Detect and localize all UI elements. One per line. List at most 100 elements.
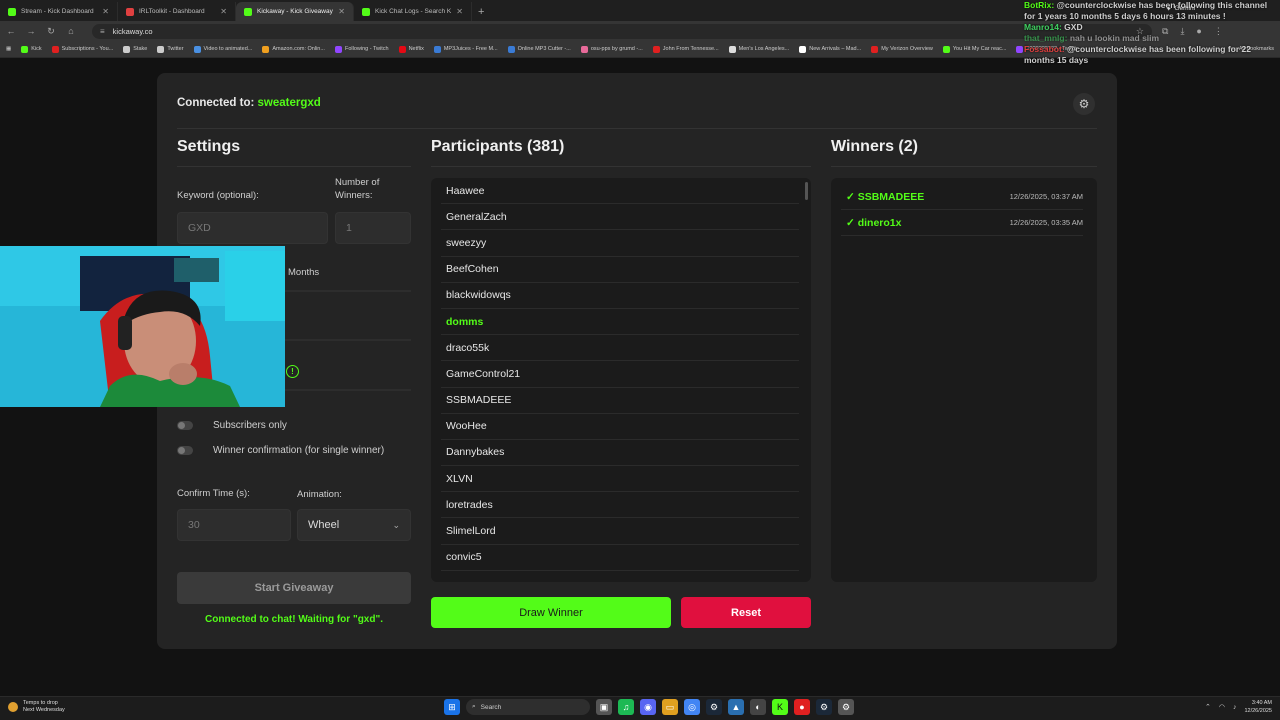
irltoolkit-favicon-icon — [126, 7, 134, 16]
settings-input[interactable] — [285, 339, 411, 341]
confirm-time-input[interactable]: 30 — [177, 509, 291, 541]
bookmark-item[interactable]: Twitter — [157, 45, 184, 53]
animation-select[interactable]: Wheel ⌄ — [297, 509, 411, 541]
site-info-icon[interactable]: ≡ — [100, 27, 105, 36]
participant-row: loretrades — [441, 492, 799, 519]
close-icon[interactable]: ✕ — [220, 7, 227, 16]
reset-button[interactable]: Reset — [681, 597, 811, 628]
file-explorer-icon[interactable]: ▭ — [662, 699, 678, 715]
settings-input[interactable] — [285, 389, 411, 391]
bookmark-item[interactable]: osu-pps by grumd -... — [580, 45, 643, 53]
bookmark-item[interactable]: Online MP3 Cutter -... — [507, 45, 571, 53]
tab-title: IRLToolkit - Dashboard — [139, 8, 205, 15]
new-tab-icon[interactable]: + — [472, 2, 490, 21]
app-icon[interactable]: ● — [794, 699, 810, 715]
winner-confirmation-toggle[interactable] — [177, 446, 193, 455]
channel-name: sweatergxd — [257, 97, 321, 109]
bookmark-item[interactable]: Kick — [21, 45, 42, 53]
kick-favicon-icon — [362, 7, 370, 16]
bookmark-item[interactable]: You Hit My Car reac... — [942, 45, 1006, 53]
bookmark-item[interactable]: New Arrivals – Mad... — [799, 45, 861, 53]
wifi-icon[interactable]: ◠ — [1219, 703, 1225, 711]
task-view-icon[interactable]: ▣ — [596, 699, 612, 715]
bookmark-label: Video to animated... — [203, 46, 253, 52]
chat-status: Connected to chat! Waiting for "gxd". — [205, 614, 383, 625]
bookmark-favicon-icon — [652, 45, 660, 53]
steam-icon[interactable]: ⚙ — [816, 699, 832, 715]
sparkle-icon: ✦ — [1166, 6, 1172, 13]
windows-start-icon[interactable]: ⊞ — [444, 699, 460, 715]
info-icon[interactable]: ! — [286, 365, 299, 378]
bookmark-label: MP3Juices - Free M... — [443, 46, 498, 52]
bookmark-label: Kick — [31, 46, 42, 52]
apps-grid-icon[interactable]: ▦ — [6, 46, 11, 52]
bookmark-item[interactable]: Men's Los Angeles... — [728, 45, 789, 53]
bookmark-item[interactable]: Video to animated... — [193, 45, 253, 53]
winners-list: ✓ SSBMADEEE 12/26/2025, 03:37 AM ✓ diner… — [831, 178, 1097, 582]
bookmark-label: Following - Twitch — [344, 46, 389, 52]
participant-row: Dannybakes — [441, 440, 799, 467]
volume-icon[interactable]: ♪ — [1233, 704, 1237, 711]
close-icon[interactable]: ✕ — [338, 7, 345, 16]
keyword-input[interactable]: GXD — [177, 212, 328, 244]
participants-scrollbar[interactable] — [805, 182, 808, 200]
start-giveaway-button[interactable]: Start Giveaway — [177, 572, 411, 604]
steam-icon[interactable]: ⚙ — [706, 699, 722, 715]
forward-icon[interactable]: → — [26, 26, 36, 36]
browser-tab-active[interactable]: Kickaway - Kick Giveaway Tool ✕ — [236, 2, 354, 21]
bookmark-favicon-icon — [942, 45, 950, 53]
bookmark-label: John From Tennesse... — [662, 46, 719, 52]
back-icon[interactable]: ← — [6, 26, 16, 36]
participant-row-highlighted: domms — [441, 309, 799, 336]
participants-list[interactable]: Haawee GeneralZach sweezyy BeefCohen bla… — [431, 178, 811, 582]
gear-icon[interactable]: ⚙ — [1073, 93, 1095, 115]
bookmark-item[interactable]: Subscriptions - You... — [51, 45, 113, 53]
browser-tab[interactable]: Kick Chat Logs - Search Kick Cl ✕ — [354, 2, 472, 21]
clock-time: 3:40 AM — [1251, 700, 1272, 706]
bookmark-favicon-icon — [123, 45, 131, 53]
bookmark-label: Stake — [133, 46, 148, 52]
bookmark-item[interactable]: Amazon.com: Onlin... — [262, 45, 325, 53]
months-input[interactable] — [285, 290, 411, 292]
chevron-up-icon[interactable]: ⌃ — [1205, 703, 1211, 711]
subscribers-only-toggle[interactable] — [177, 421, 193, 430]
close-icon[interactable]: ✕ — [102, 7, 109, 16]
bookmark-item[interactable]: Following - Twitch — [334, 45, 389, 53]
browser-tab[interactable]: Stream - Kick Dashboard ✕ — [0, 2, 118, 21]
system-tray: ⌃ ◠ ♪ 3:40 AM 12/26/2025 — [1205, 699, 1272, 715]
chat-message: Fossabot: @counterclockwise has been fol… — [1024, 44, 1280, 66]
winners-divider — [831, 166, 1097, 167]
bookmark-item[interactable]: Stake — [123, 45, 148, 53]
weather-widget[interactable]: Temps to drop Next Wednesday — [8, 700, 65, 714]
gemini-button[interactable]: ✦ Gemini — [1166, 5, 1195, 13]
participant-row: draco55k — [441, 335, 799, 362]
spotify-icon[interactable]: ♫ — [618, 699, 634, 715]
bookmark-item[interactable]: MP3Juices - Free M... — [433, 45, 498, 53]
kick-icon[interactable]: K — [772, 699, 788, 715]
photos-icon[interactable]: ▲ — [728, 699, 744, 715]
tab-title: Kick Chat Logs - Search Kick Cl — [375, 8, 452, 15]
chrome-icon[interactable]: ◎ — [684, 699, 700, 715]
close-icon[interactable]: ✕ — [456, 7, 463, 16]
clock[interactable]: 3:40 AM 12/26/2025 — [1244, 699, 1272, 715]
settings-title: Settings — [177, 138, 241, 155]
animation-value: Wheel — [308, 519, 340, 531]
chat-text: @counterclockwise has been following thi… — [1024, 0, 1268, 21]
reload-icon[interactable]: ↻ — [46, 26, 56, 37]
settings-icon[interactable]: ⚙ — [838, 699, 854, 715]
winners-count-input[interactable]: 1 — [335, 212, 411, 244]
settings-divider — [177, 166, 411, 167]
draw-winner-button[interactable]: Draw Winner — [431, 597, 671, 628]
bookmark-item[interactable]: My Verizon Overview — [871, 45, 933, 53]
taskbar-search[interactable]: ⌕ Search — [466, 699, 590, 715]
obs-icon[interactable]: ◐ — [750, 699, 766, 715]
weather-icon — [8, 702, 18, 712]
bookmark-item[interactable]: Netflix — [398, 45, 424, 53]
browser-tab[interactable]: IRLToolkit - Dashboard ✕ — [118, 2, 236, 21]
bookmark-favicon-icon — [21, 45, 29, 53]
bookmark-item[interactable]: John From Tennesse... — [652, 45, 719, 53]
home-icon[interactable]: ⌂ — [66, 26, 76, 36]
discord-icon[interactable]: ◉ — [640, 699, 656, 715]
url-input[interactable]: ≡ kickaway.co ☆ — [92, 23, 1152, 39]
bookmark-favicon-icon — [157, 45, 165, 53]
